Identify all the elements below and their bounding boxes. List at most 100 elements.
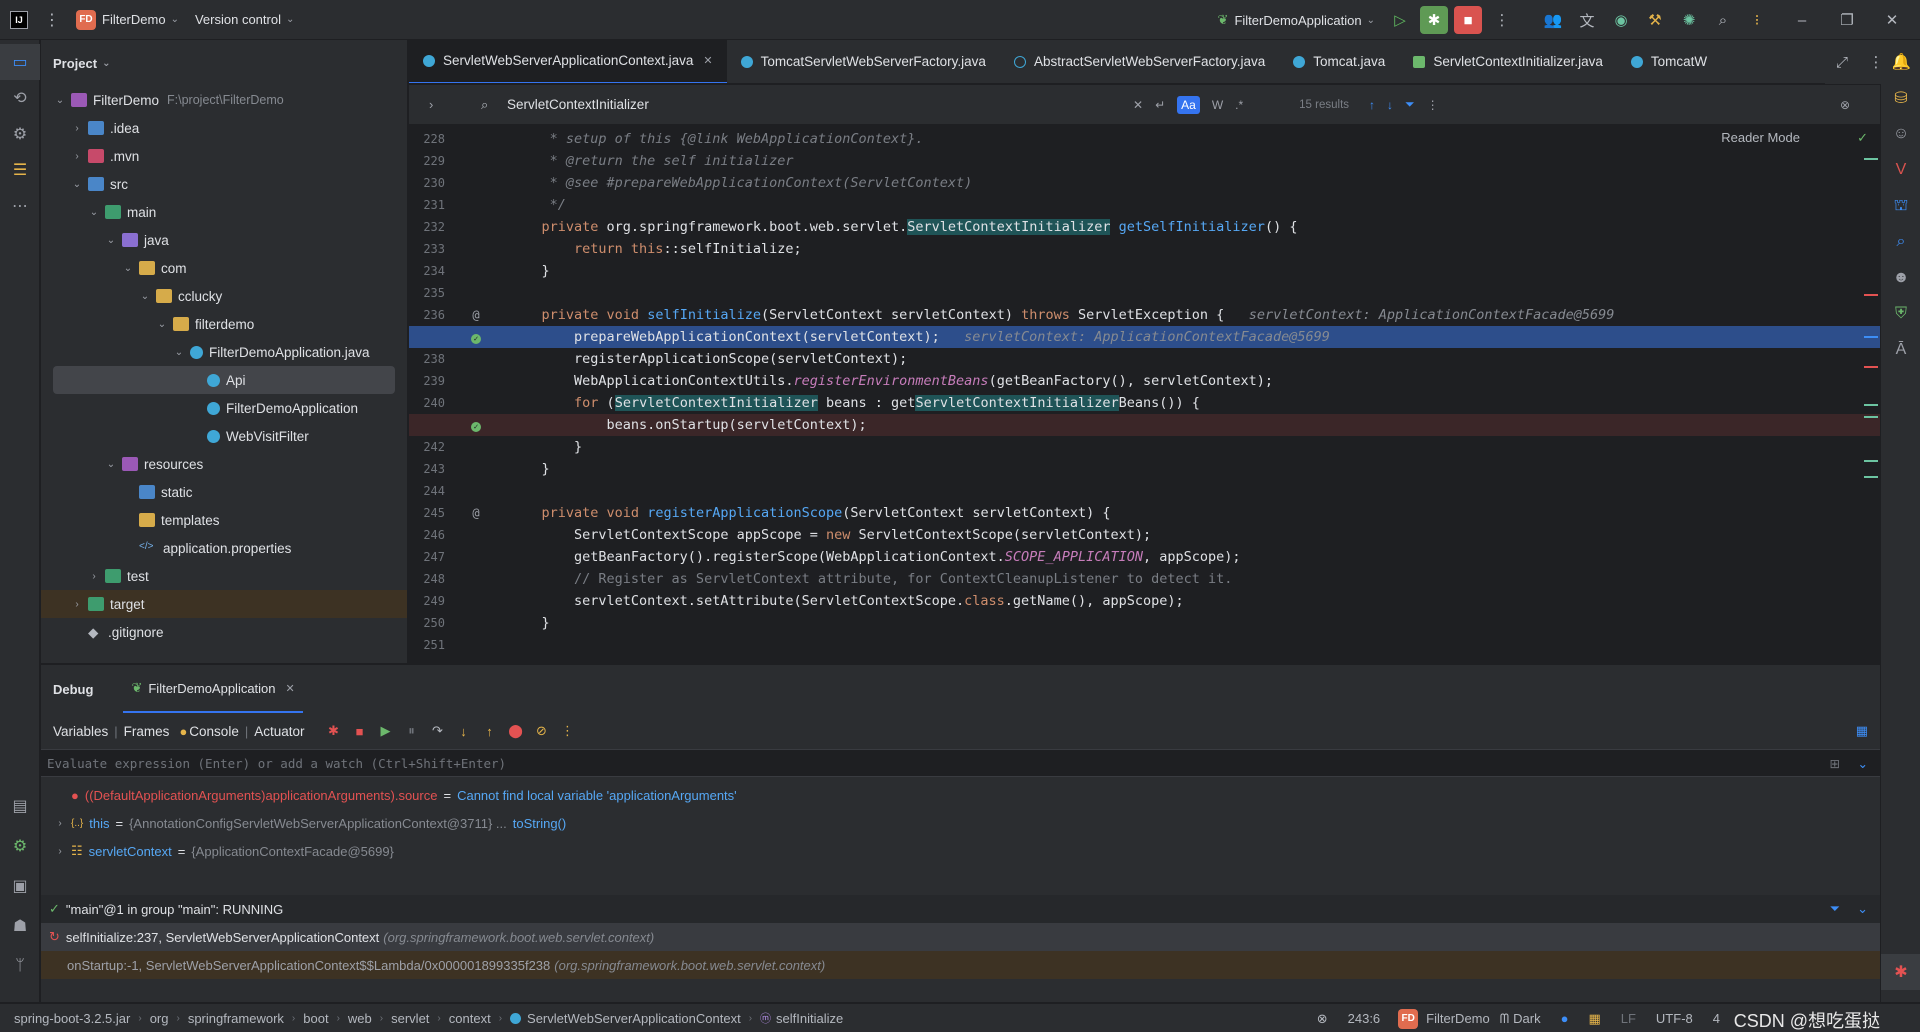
more-options-icon[interactable]: ⋮: [556, 723, 580, 739]
breadcrumb-item[interactable]: boot: [303, 1011, 328, 1026]
debug-bug-icon[interactable]: ✱: [1881, 954, 1920, 990]
view-breakpoints-icon[interactable]: ⬤: [504, 723, 528, 739]
cursor-position[interactable]: 243:6: [1348, 1011, 1381, 1026]
step-over-icon[interactable]: ↷: [426, 723, 450, 739]
line-number[interactable]: 238: [409, 348, 445, 370]
close-find-icon[interactable]: ⊗: [1840, 98, 1850, 112]
tree-node[interactable]: › .mvn: [41, 142, 407, 170]
copilot-icon[interactable]: ☺: [1881, 116, 1920, 152]
chevron-right-icon[interactable]: ›: [53, 846, 67, 857]
tree-node[interactable]: ⌄ FilterDemoApplication.java: [41, 338, 407, 366]
project-panel-header[interactable]: Project ⌄: [41, 40, 407, 86]
line-number[interactable]: 235: [409, 282, 445, 304]
tree-node[interactable]: WebVisitFilter: [41, 422, 407, 450]
tree-node[interactable]: ⌄ main: [41, 198, 407, 226]
tree-node[interactable]: ⌄ cclucky: [41, 282, 407, 310]
code-line[interactable]: 234 }: [409, 260, 1880, 282]
chevron-down-icon[interactable]: ⌄: [121, 263, 135, 274]
code-line[interactable]: 251: [409, 634, 1880, 656]
chevron-down-icon[interactable]: ⌄: [172, 347, 186, 358]
code-line[interactable]: 244: [409, 480, 1880, 502]
more-options-icon[interactable]: ⋮: [1427, 98, 1439, 112]
code-line[interactable]: 243 }: [409, 458, 1880, 480]
code-line[interactable]: 235: [409, 282, 1880, 304]
tree-node[interactable]: ⌄ FilterDemo F:\project\FilterDemo: [41, 86, 407, 114]
console-tab[interactable]: Console: [189, 724, 239, 739]
project-tool-icon[interactable]: ▭: [0, 44, 40, 80]
tree-node[interactable]: ◆ .gitignore: [41, 618, 407, 646]
windows-icon[interactable]: ▦: [1588, 1011, 1600, 1027]
debug-session-tab[interactable]: ❦ FilterDemoApplication ✕: [123, 665, 303, 713]
tree-node[interactable]: Api: [53, 366, 395, 394]
structure-tool-icon[interactable]: ☰: [0, 152, 40, 188]
code-line[interactable]: 236 @ private void selfInitialize(Servlet…: [409, 304, 1880, 326]
code-line[interactable]: ✓ beans.onStartup(servletContext);: [409, 414, 1880, 436]
record-icon[interactable]: ◉: [1607, 6, 1635, 34]
mute-breakpoints-icon[interactable]: ⊘: [530, 723, 554, 739]
restore-icon[interactable]: ❐: [1833, 6, 1861, 34]
breadcrumb-item[interactable]: ServletWebServerApplicationContext: [527, 1011, 741, 1026]
line-number[interactable]: 242: [409, 436, 445, 458]
tree-node[interactable]: › test: [41, 562, 407, 590]
breadcrumb-item[interactable]: selfInitialize: [776, 1011, 843, 1026]
run-config-selector[interactable]: ❦ FilterDemoApplication ⌄: [1210, 0, 1383, 40]
line-number[interactable]: 240: [409, 392, 445, 414]
tree-node[interactable]: ⌄ filterdemo: [41, 310, 407, 338]
line-number[interactable]: 244: [409, 480, 445, 502]
search-everywhere-icon[interactable]: ⌕: [1709, 6, 1737, 34]
previous-occurrence-icon[interactable]: ↑: [1369, 98, 1375, 112]
database-icon[interactable]: ⛁: [1881, 80, 1920, 116]
line-separator[interactable]: LF: [1621, 1011, 1636, 1026]
code-line[interactable]: 240 for (ServletContextInitializer beans…: [409, 392, 1880, 414]
chevron-right-icon[interactable]: ›: [70, 123, 84, 134]
line-number[interactable]: 243: [409, 458, 445, 480]
evaluate-expression-input[interactable]: Evaluate expression (Enter) or add a wat…: [41, 749, 1880, 777]
line-number[interactable]: 239: [409, 370, 445, 392]
services-tool-icon[interactable]: ⚙: [0, 116, 40, 152]
code-line[interactable]: 242 }: [409, 436, 1880, 458]
add-watch-icon[interactable]: ⊞: [1830, 756, 1840, 771]
code-line[interactable]: 246 ServletContextScope appScope = new S…: [409, 524, 1880, 546]
code-line[interactable]: 250 }: [409, 612, 1880, 634]
step-into-icon[interactable]: ↓: [452, 724, 476, 739]
thread-selector[interactable]: ✓ "main"@1 in group "main": RUNNING ⏷ ⌄: [41, 895, 1880, 923]
tree-node[interactable]: ⌄ com: [41, 254, 407, 282]
debug-icon[interactable]: ✱: [1420, 6, 1448, 34]
line-number[interactable]: 247: [409, 546, 445, 568]
chevron-down-icon[interactable]: ⌄: [87, 207, 101, 218]
line-number[interactable]: 246: [409, 524, 445, 546]
line-number[interactable]: 249: [409, 590, 445, 612]
maximize-editor-icon[interactable]: ⤢: [1828, 48, 1856, 76]
line-number[interactable]: 234: [409, 260, 445, 282]
ai-assistant-icon[interactable]: ✺: [1675, 6, 1703, 34]
tab-options-icon[interactable]: ⋮: [1862, 48, 1890, 76]
status-project[interactable]: FilterDemo: [1426, 1011, 1490, 1026]
git-branch-icon[interactable]: ᛘ: [0, 948, 40, 984]
breadcrumb-item[interactable]: spring-boot-3.2.5.jar: [14, 1011, 130, 1026]
line-number[interactable]: 251: [409, 634, 445, 656]
minimize-icon[interactable]: –: [1788, 6, 1816, 34]
variable-row[interactable]: ● ((DefaultApplicationArguments)applicati…: [41, 781, 1880, 809]
editor-tab[interactable]: ServletWebServerApplicationContext.java ✕: [409, 40, 727, 83]
tree-node[interactable]: </> application.properties: [41, 534, 407, 562]
chevron-down-icon[interactable]: ⌄: [104, 235, 118, 246]
frames-tab[interactable]: Frames: [124, 724, 170, 739]
code-with-me-icon[interactable]: 👥: [1539, 6, 1567, 34]
problems-icon[interactable]: ☗: [0, 908, 40, 944]
chevron-down-icon[interactable]: ⌄: [138, 291, 152, 302]
status-circle-icon[interactable]: ●: [1561, 1011, 1569, 1026]
clear-search-icon[interactable]: ✕: [1133, 98, 1143, 112]
actuator-tab[interactable]: Actuator: [254, 724, 304, 739]
tree-node[interactable]: ⌄ src: [41, 170, 407, 198]
run-icon[interactable]: ▷: [1386, 6, 1414, 34]
chevron-right-icon[interactable]: ›: [70, 151, 84, 162]
line-number[interactable]: 228: [409, 128, 445, 150]
terminal-icon[interactable]: ▣: [0, 868, 40, 904]
variable-row[interactable]: › {..} this = {AnnotationConfigServletWebSer…: [41, 809, 1880, 837]
next-occurrence-icon[interactable]: ↓: [1387, 98, 1393, 112]
breakpoint-verified-icon[interactable]: ✓: [469, 414, 483, 436]
editor-tab[interactable]: Tomcat.java: [1279, 40, 1399, 83]
breadcrumb-item[interactable]: web: [348, 1011, 372, 1026]
close-window-icon[interactable]: ✕: [1878, 6, 1906, 34]
line-number[interactable]: 248: [409, 568, 445, 590]
